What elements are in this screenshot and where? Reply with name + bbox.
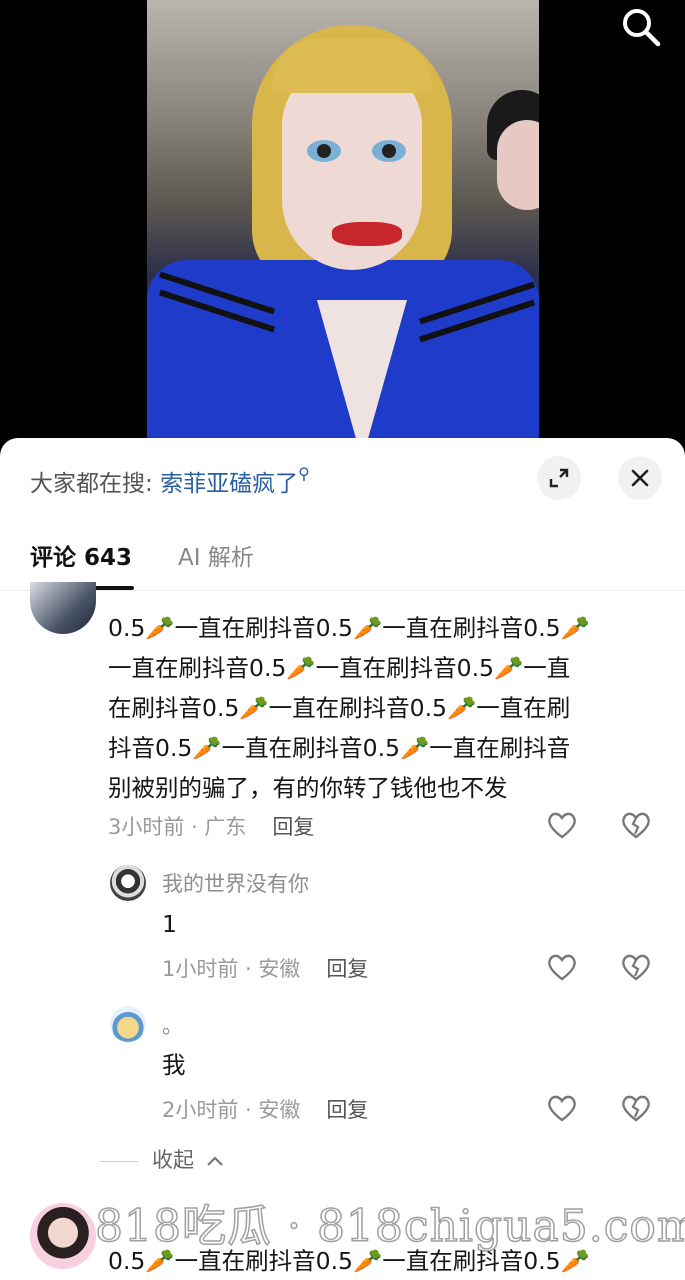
person-bangs (272, 38, 432, 93)
expand-button[interactable] (537, 456, 581, 500)
comment-line: 在刷抖音0.5🥕一直在刷抖音0.5🥕一直在刷 (108, 694, 571, 722)
hot-search-label: 大家都在搜: (30, 471, 153, 497)
comment-time: 3小时前 · 广东 (108, 815, 247, 839)
reply-text: 1 (162, 910, 177, 938)
reply-text: 我 (162, 1051, 186, 1079)
collapse-divider (100, 1160, 138, 1162)
comment-line: 抖音0.5🥕一直在刷抖音0.5🥕一直在刷抖音 (108, 734, 571, 762)
comment-line: 别被别的骗了，有的你转了钱他也不发 (108, 774, 508, 802)
avatar[interactable] (30, 582, 96, 634)
person-eye-left (307, 140, 341, 162)
video-player[interactable] (0, 0, 685, 460)
avatar[interactable] (110, 1006, 146, 1042)
video-frame[interactable] (147, 0, 539, 460)
watermark: 818吃瓜 · 818chigua5.com (94, 1200, 685, 1253)
comment-line: 0.5🥕一直在刷抖音0.5🥕一直在刷抖音0.5🥕 (108, 614, 590, 642)
expand-icon (549, 468, 569, 488)
hot-search-bar: 大家都在搜: 索菲亚磕疯了⚲ (30, 464, 310, 498)
broken-heart-icon[interactable] (619, 950, 653, 984)
heart-icon[interactable] (545, 808, 579, 842)
avatar[interactable] (30, 1203, 96, 1269)
reply-button[interactable]: 回复 (326, 957, 368, 981)
close-button[interactable] (618, 456, 662, 500)
heart-icon[interactable] (545, 950, 579, 984)
tab-ai-analysis[interactable]: AI 解析 (178, 538, 254, 572)
collapse-label: 收起 (152, 1148, 194, 1172)
avatar[interactable] (110, 865, 146, 901)
close-icon (631, 469, 649, 487)
reply-username[interactable]: 。 (162, 1010, 183, 1040)
hot-search-term-text: 索菲亚磕疯了 (160, 471, 299, 497)
tabs-divider (0, 590, 685, 591)
reply-time: 2小时前 · 安徽 (162, 1098, 301, 1122)
comment-meta: 3小时前 · 广东 回复 (108, 811, 314, 841)
tab-comments[interactable]: 评论 643 (30, 538, 132, 572)
broken-heart-icon[interactable] (619, 808, 653, 842)
reply-meta: 2小时前 · 安徽 回复 (162, 1094, 368, 1124)
person-mouth (332, 222, 402, 246)
search-small-icon: ⚲ (298, 464, 310, 483)
background-person-face (497, 120, 539, 210)
reply-button[interactable]: 回复 (272, 815, 314, 839)
reply-button[interactable]: 回复 (326, 1098, 368, 1122)
comment-text: 0.5🥕一直在刷抖音0.5🥕一直在刷抖音0.5🥕 一直在刷抖音0.5🥕一直在刷抖… (108, 608, 668, 808)
comment-sheet: 大家都在搜: 索菲亚磕疯了⚲ 评论 643 AI 解析 0.5🥕一直在刷抖音0.… (0, 438, 685, 1280)
reply-time: 1小时前 · 安徽 (162, 957, 301, 981)
broken-heart-icon[interactable] (619, 1091, 653, 1125)
reply-username[interactable]: 我的世界没有你 (162, 868, 309, 898)
collapse-replies-button[interactable]: 收起 (100, 1144, 225, 1174)
hot-search-term-link[interactable]: 索菲亚磕疯了⚲ (160, 464, 310, 497)
comment-tabs: 评论 643 AI 解析 (30, 538, 685, 590)
chevron-up-icon (206, 1156, 223, 1166)
heart-icon[interactable] (545, 1091, 579, 1125)
person-eye-right (372, 140, 406, 162)
search-icon[interactable] (618, 4, 664, 50)
reply-meta: 1小时前 · 安徽 回复 (162, 953, 368, 983)
comment-line: 一直在刷抖音0.5🥕一直在刷抖音0.5🥕一直 (108, 654, 571, 682)
